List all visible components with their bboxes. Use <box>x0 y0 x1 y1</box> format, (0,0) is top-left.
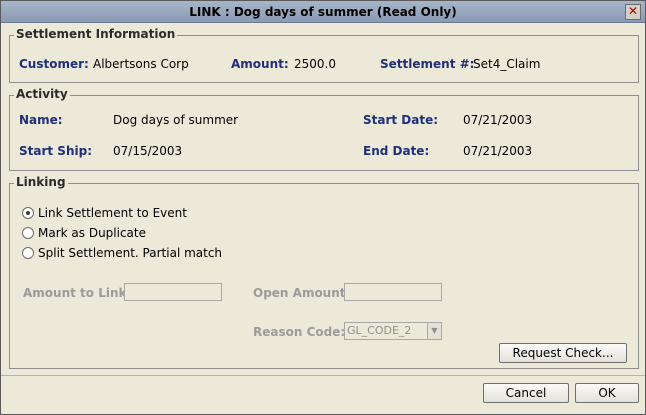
start-date-value: 07/21/2003 <box>463 113 533 127</box>
amount-label: Amount: <box>231 57 289 71</box>
ok-button[interactable]: OK <box>575 383 639 403</box>
open-amount-field[interactable] <box>344 283 442 301</box>
linking-legend: Linking <box>14 175 68 189</box>
dialog-window: LINK : Dog days of summer (Read Only) ✕ … <box>0 0 646 415</box>
radio-link-settlement[interactable]: Link Settlement to Event <box>22 205 187 221</box>
activity-name-value: Dog days of summer <box>113 113 239 127</box>
end-date-value: 07/21/2003 <box>463 144 533 158</box>
open-amount-label: Open Amount: <box>253 286 351 300</box>
settlement-number-value: Set4_Claim <box>473 57 541 71</box>
linking-group: Linking Link Settlement to Event Mark as… <box>9 175 639 369</box>
radio-split-settlement[interactable]: Split Settlement. Partial match <box>22 245 222 261</box>
radio-label: Link Settlement to Event <box>38 206 187 220</box>
settlement-info-legend: Settlement Information <box>14 27 178 41</box>
radio-button[interactable] <box>22 227 34 239</box>
radio-label: Split Settlement. Partial match <box>38 246 223 260</box>
reason-code-value: GL_CODE_2 <box>347 324 412 337</box>
close-icon: ✕ <box>627 4 639 18</box>
footer-divider <box>1 375 645 376</box>
customer-value: Albertsons Corp <box>93 57 189 71</box>
chevron-down-icon[interactable]: ▼ <box>427 323 441 339</box>
radio-mark-duplicate[interactable]: Mark as Duplicate <box>22 225 146 241</box>
cancel-button[interactable]: Cancel <box>483 383 569 403</box>
activity-legend: Activity <box>14 87 70 101</box>
amount-to-link-field[interactable] <box>124 283 222 301</box>
reason-code-select[interactable]: GL_CODE_2 ▼ <box>344 322 442 340</box>
reason-code-label: Reason Code: <box>253 325 346 339</box>
radio-label: Mark as Duplicate <box>38 226 146 240</box>
close-button[interactable]: ✕ <box>625 4 641 20</box>
start-ship-label: Start Ship: <box>19 144 92 158</box>
amount-to-link-label: Amount to Link: <box>23 286 132 300</box>
start-ship-value: 07/15/2003 <box>113 144 183 158</box>
amount-value: 2500.0 <box>294 57 336 71</box>
settlement-number-label: Settlement #: <box>380 57 475 71</box>
settlement-info-group: Settlement Information Customer: Alberts… <box>9 27 639 83</box>
radio-button[interactable] <box>22 247 34 259</box>
title-bar[interactable]: LINK : Dog days of summer (Read Only) ✕ <box>1 1 645 23</box>
window-title: LINK : Dog days of summer (Read Only) <box>189 5 457 19</box>
activity-name-label: Name: <box>19 113 63 127</box>
end-date-label: End Date: <box>363 144 430 158</box>
radio-button[interactable] <box>22 207 34 219</box>
request-check-button[interactable]: Request Check... <box>499 343 627 363</box>
customer-label: Customer: <box>19 57 89 71</box>
activity-group: Activity Name: Dog days of summer Start … <box>9 87 639 171</box>
start-date-label: Start Date: <box>363 113 439 127</box>
